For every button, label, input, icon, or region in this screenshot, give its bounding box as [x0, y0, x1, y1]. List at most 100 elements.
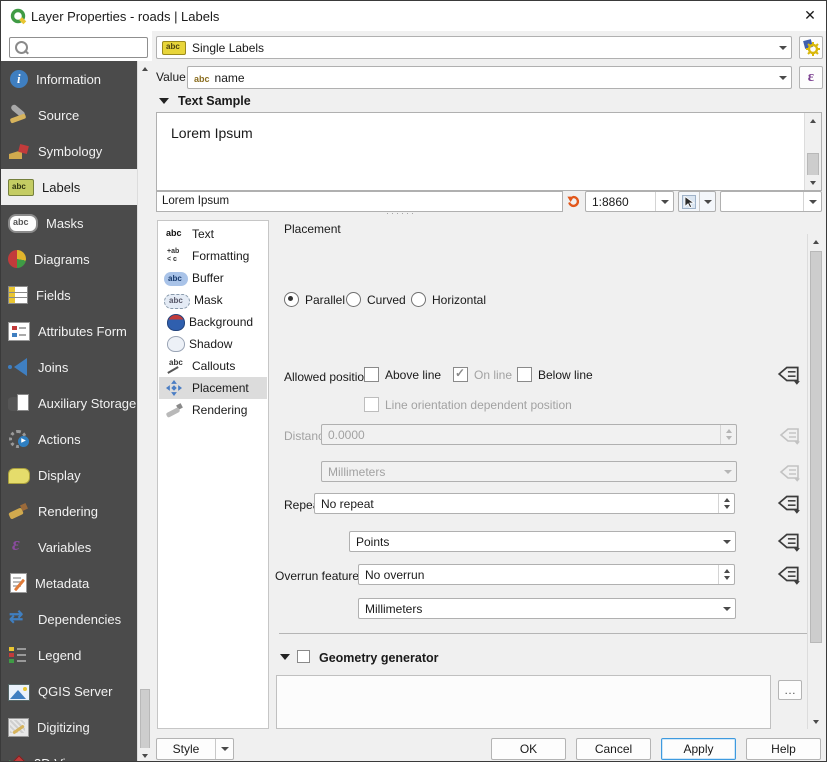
tab-placement[interactable]: Placement	[159, 377, 267, 399]
tab-rendering[interactable]: Rendering	[159, 399, 267, 421]
value-field-combo[interactable]: abcname	[187, 66, 792, 89]
help-button[interactable]: Help	[746, 738, 821, 760]
close-icon[interactable]: ✕	[799, 7, 821, 25]
tab-callouts[interactable]: Callouts	[159, 355, 267, 377]
search-input[interactable]	[9, 37, 148, 58]
spinner-icons[interactable]	[720, 425, 736, 444]
sidebar-item-attributes-form[interactable]: Attributes Form	[1, 313, 138, 349]
tab-formatting[interactable]: Formatting	[159, 245, 267, 267]
spinner-icons[interactable]	[718, 494, 734, 513]
scroll-thumb[interactable]	[807, 153, 819, 176]
sidebar-item-masks[interactable]: Masks	[1, 205, 138, 241]
scale-combo[interactable]: 1:8860	[585, 191, 674, 212]
checkbox-icon[interactable]	[364, 367, 379, 382]
sidebar-item-diagrams[interactable]: Diagrams	[1, 241, 138, 277]
reset-sample-button[interactable]	[564, 191, 583, 212]
font-preview-combo[interactable]	[720, 191, 822, 212]
overrun-spinbox[interactable]: No overrun	[358, 564, 735, 585]
data-defined-override-button-disabled[interactable]	[779, 425, 801, 448]
sidebar-item-legend[interactable]: Legend	[1, 637, 138, 673]
collapse-arrow-icon[interactable]	[159, 98, 169, 104]
scroll-thumb[interactable]	[140, 689, 150, 749]
radio-horizontal[interactable]: Horizontal	[411, 292, 486, 307]
scroll-down-icon[interactable]	[808, 714, 824, 729]
ok-button[interactable]: OK	[491, 738, 566, 760]
radio-icon[interactable]	[346, 292, 361, 307]
chevron-down-icon[interactable]	[718, 532, 735, 551]
expression-builder-button[interactable]: ε	[799, 66, 823, 89]
distance-spinbox[interactable]: 0.0000	[321, 424, 737, 445]
sidebar-item-labels[interactable]: Labels	[1, 169, 138, 205]
scroll-thumb[interactable]	[810, 251, 822, 643]
sidebar-item-rendering[interactable]: Rendering	[1, 493, 138, 529]
sidebar-scrollbar[interactable]	[137, 61, 152, 762]
panel-scrollbar[interactable]	[807, 234, 824, 729]
scroll-down-icon[interactable]	[805, 175, 821, 190]
data-defined-override-button[interactable]	[777, 492, 801, 517]
data-defined-override-button-disabled[interactable]	[779, 462, 801, 485]
geometry-generator-label[interactable]: Geometry generator	[319, 651, 438, 665]
search-field[interactable]	[28, 40, 147, 56]
chevron-down-icon[interactable]	[774, 37, 791, 58]
sidebar-item-display[interactable]: Display	[1, 457, 138, 493]
labels-mode-combo[interactable]: abc Single Labels	[156, 36, 792, 59]
tab-buffer[interactable]: Buffer	[159, 267, 267, 289]
sidebar-item-symbology[interactable]: Symbology	[1, 133, 138, 169]
radio-icon[interactable]	[284, 292, 299, 307]
chevron-down-icon[interactable]	[655, 192, 673, 211]
distance-unit-combo[interactable]: Millimeters	[321, 461, 737, 482]
apply-button[interactable]: Apply	[661, 738, 736, 760]
tab-shadow[interactable]: Shadow	[159, 333, 267, 355]
collapse-arrow-icon[interactable]	[280, 654, 290, 660]
scroll-up-icon[interactable]	[808, 234, 824, 249]
scroll-down-icon[interactable]	[138, 748, 152, 762]
repeat-unit-combo[interactable]: Points	[349, 531, 736, 552]
checkbox-on-line[interactable]: On line	[453, 367, 512, 382]
checkbox-above-line[interactable]: Above line	[364, 367, 441, 382]
checkbox-icon[interactable]	[517, 367, 532, 382]
sidebar-item-fields[interactable]: Fields	[1, 277, 138, 313]
auto-placement-settings-button[interactable]	[799, 36, 823, 59]
geometry-generator-checkbox[interactable]	[297, 650, 310, 663]
cancel-button[interactable]: Cancel	[576, 738, 651, 760]
geometry-expression-area[interactable]	[276, 675, 771, 729]
data-defined-override-button[interactable]	[777, 563, 801, 588]
repeat-spinbox[interactable]: No repeat	[314, 493, 735, 514]
checkbox-below-line[interactable]: Below line	[517, 367, 593, 382]
data-defined-override-button[interactable]	[777, 363, 801, 388]
map-scale-tool-button[interactable]	[678, 191, 716, 212]
chevron-down-icon[interactable]	[803, 192, 821, 211]
chevron-down-icon[interactable]	[699, 192, 715, 211]
tab-text[interactable]: Text	[159, 223, 267, 245]
sidebar-item-variables[interactable]: Variables	[1, 529, 138, 565]
style-button[interactable]: Style	[156, 738, 234, 760]
chevron-down-icon[interactable]	[774, 67, 791, 88]
splitter-handle[interactable]: ······	[386, 208, 416, 218]
radio-curved[interactable]: Curved	[346, 292, 406, 307]
tab-background[interactable]: Background	[159, 311, 267, 333]
checkbox-line-orientation[interactable]: Line orientation dependent position	[364, 397, 572, 412]
checkbox-icon[interactable]	[453, 367, 468, 382]
checkbox-icon[interactable]	[364, 397, 379, 412]
spinner-icons[interactable]	[718, 565, 734, 584]
radio-icon[interactable]	[411, 292, 426, 307]
sidebar-item-3d-view[interactable]: 3D View	[1, 745, 138, 762]
tab-mask[interactable]: Mask	[159, 289, 267, 311]
scroll-up-icon[interactable]	[805, 113, 821, 128]
chevron-down-icon[interactable]	[719, 462, 736, 481]
sidebar-item-actions[interactable]: Actions	[1, 421, 138, 457]
sidebar-item-digitizing[interactable]: Digitizing	[1, 709, 138, 745]
chevron-down-icon[interactable]	[215, 739, 233, 759]
sidebar-item-information[interactable]: Information	[1, 61, 138, 97]
chevron-down-icon[interactable]	[718, 599, 735, 618]
sample-scrollbar[interactable]	[804, 113, 821, 190]
sample-text-input[interactable]: Lorem Ipsum	[156, 191, 563, 212]
data-defined-override-button[interactable]	[777, 530, 801, 555]
sidebar-item-source[interactable]: Source	[1, 97, 138, 133]
sidebar-item-dependencies[interactable]: Dependencies	[1, 601, 138, 637]
text-sample-header[interactable]: Text Sample	[178, 94, 251, 108]
sidebar-item-joins[interactable]: Joins	[1, 349, 138, 385]
geometry-more-button[interactable]: …	[778, 680, 802, 700]
sidebar-item-auxiliary-storage[interactable]: Auxiliary Storage	[1, 385, 138, 421]
radio-parallel[interactable]: Parallel	[284, 292, 345, 307]
